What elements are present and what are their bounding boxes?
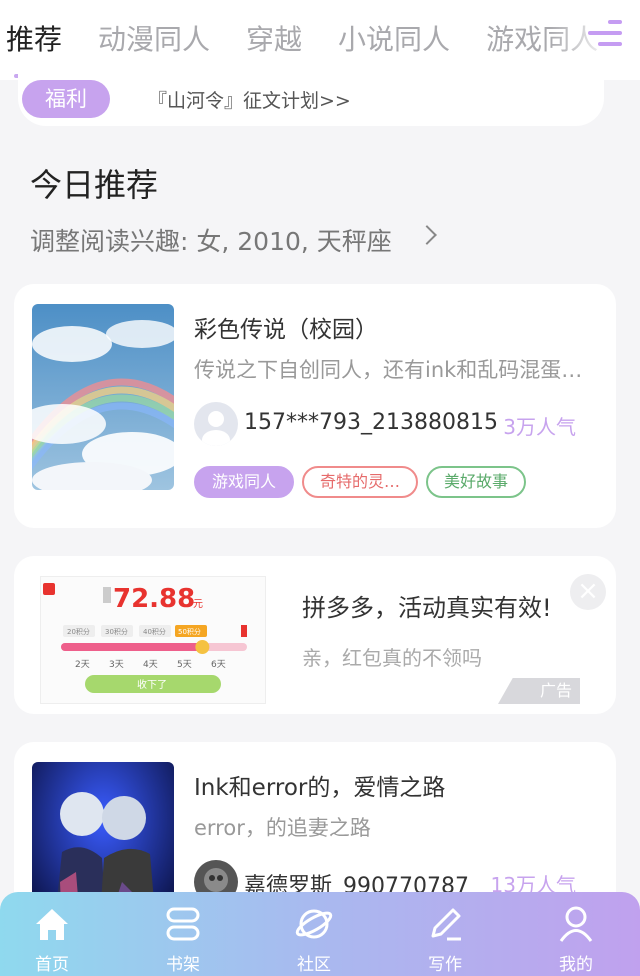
author-row: 157***793_213880815 3万人气: [194, 402, 594, 446]
tag-list: 游戏同人 奇特的灵… 美好故事: [194, 466, 534, 498]
ad-step-label: 40积分: [143, 627, 166, 636]
ad-amount: 72.88: [113, 584, 195, 614]
tab-anime-fanfic[interactable]: 动漫同人: [98, 18, 210, 58]
book-title: 彩色传说（校园）: [194, 317, 378, 343]
category-tab-bar: 推荐 动漫同人 穿越 小说同人 游戏同人: [0, 0, 640, 80]
popularity-count: 3万人气: [503, 415, 576, 439]
bottom-navigation: 首页 书架 社区 写作 我的: [0, 892, 640, 976]
home-icon: [36, 909, 68, 940]
bookshelf-icon: [166, 907, 200, 941]
nav-label: 写作: [428, 955, 462, 975]
tag-beautiful-story[interactable]: 美好故事: [426, 466, 527, 498]
user-icon: [559, 906, 593, 942]
notice-bar[interactable]: 福利 『山河令』征文计划>>: [18, 72, 604, 126]
category-tabs: 推荐 动漫同人 穿越 小说同人 游戏同人: [6, 18, 634, 58]
welfare-badge: 福利: [22, 80, 110, 118]
section-title: 今日推荐: [30, 166, 159, 204]
close-icon[interactable]: ×: [570, 574, 606, 610]
tab-novel-fanfic[interactable]: 小说同人: [338, 18, 450, 58]
ad-claim-button: 收下了: [137, 678, 167, 691]
ad-step-label: 50积分: [178, 627, 201, 636]
ad-subtitle: 亲，红包真的不领吗: [302, 646, 482, 670]
book-description: 传说之下自创同人，还有ink和乱码混蛋…: [194, 358, 583, 382]
author-name: 157***793_213880815: [244, 410, 498, 435]
tab-recommend[interactable]: 推荐: [6, 18, 62, 58]
tag-game-fanfic[interactable]: 游戏同人: [194, 466, 295, 498]
ad-step-labels: 20积分 30积分 40积分 50积分: [63, 625, 207, 637]
nav-community[interactable]: 社区: [274, 892, 354, 976]
ad-day-label: 2天: [75, 660, 90, 670]
avatar[interactable]: [194, 402, 238, 446]
book-title: Ink和error的，爱情之路: [194, 775, 446, 801]
ad-day-label: 4天: [143, 660, 158, 670]
chevron-right-icon: [417, 225, 437, 245]
nav-home[interactable]: 首页: [12, 892, 92, 976]
planet-icon: [295, 909, 333, 939]
ad-title: 拼多多，活动真实有效!: [302, 594, 552, 622]
ad-card[interactable]: 72.88 元 20积分 30积分 40积分 50积分 2天 3天 4天 5天 …: [14, 556, 616, 714]
ad-progress-knob: [195, 640, 210, 654]
ad-amount-unit: 元: [193, 599, 203, 610]
tag-peculiar-spirit[interactable]: 奇特的灵…: [302, 466, 419, 498]
nav-bookshelf[interactable]: 书架: [143, 892, 223, 976]
nav-write[interactable]: 写作: [405, 892, 485, 976]
nav-label: 首页: [35, 955, 69, 975]
nav-profile[interactable]: 我的: [536, 892, 616, 976]
ad-label: 广告: [498, 678, 580, 704]
nav-label: 我的: [559, 955, 593, 975]
nav-label: 社区: [297, 955, 331, 975]
book-cover-image: [32, 304, 174, 490]
ad-image: 72.88 元 20积分 30积分 40积分 50积分 2天 3天 4天 5天 …: [40, 576, 266, 704]
nav-label: 书架: [166, 955, 200, 975]
category-menu-icon[interactable]: [588, 20, 622, 50]
tab-time-travel[interactable]: 穿越: [246, 18, 302, 58]
ad-day-label: 5天: [177, 660, 192, 670]
ad-day-label: 6天: [211, 660, 226, 670]
notice-text[interactable]: 『山河令』征文计划>>: [148, 86, 351, 113]
book-card[interactable]: 彩色传说（校园） 传说之下自创同人，还有ink和乱码混蛋… 157***793_…: [14, 284, 616, 528]
ad-day-label: 3天: [109, 660, 124, 670]
ad-step-label: 20积分: [67, 627, 90, 636]
ad-progress-fill: [61, 643, 203, 651]
pencil-icon: [431, 908, 461, 941]
book-description: error，的追妻之路: [194, 816, 371, 840]
ad-step-label: 30积分: [105, 627, 128, 636]
reading-interest-link[interactable]: 调整阅读兴趣: 女, 2010, 天秤座: [30, 222, 392, 258]
